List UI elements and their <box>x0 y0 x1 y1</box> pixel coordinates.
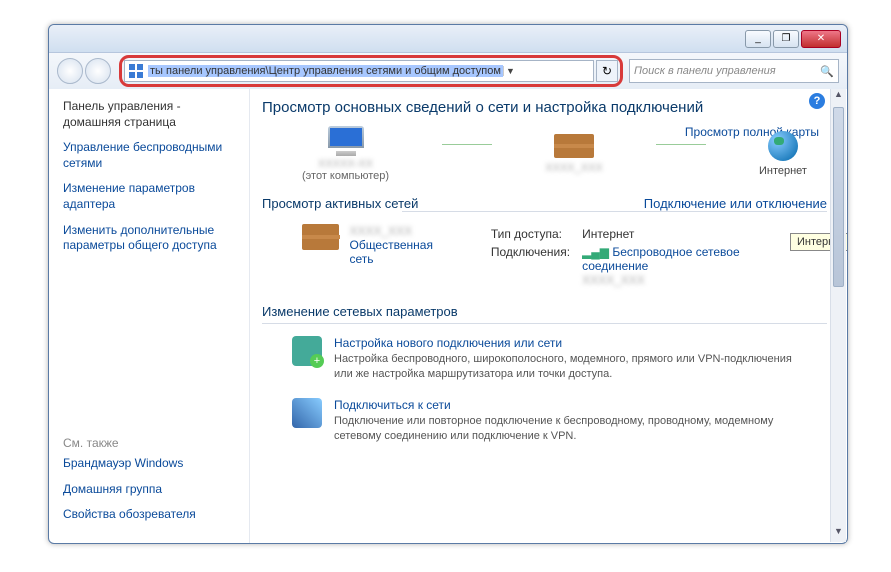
connection-ssid: XXXX_XXX <box>582 273 645 287</box>
search-icon: 🔍 <box>820 65 834 78</box>
this-computer[interactable]: XXXXX-XX (этот компьютер) <box>302 126 389 182</box>
sidebar-wireless[interactable]: Управление беспроводными сетями <box>63 140 235 171</box>
toolbar: ты панели управления\Центр управления се… <box>49 53 847 89</box>
full-map-link[interactable]: Просмотр полной карты <box>685 125 819 139</box>
active-networks-heading: Просмотр активных сетей Подключение или … <box>262 196 827 212</box>
scrollbar[interactable]: ▲ ▼ <box>830 89 846 542</box>
titlebar: _ ❐ ✕ <box>49 25 847 53</box>
setup-new-connection-title: Настройка нового подключения или сети <box>334 336 807 350</box>
address-text: ты панели управления\Центр управления се… <box>148 65 503 77</box>
map-link-line <box>442 144 492 145</box>
setup-new-connection-desc: Настройка беспроводного, широкополосного… <box>334 352 807 382</box>
address-bar[interactable]: ты панели управления\Центр управления се… <box>124 60 594 82</box>
active-network-row: XXXX_XXX Общественная сеть Тип доступа: … <box>262 216 827 298</box>
maximize-button[interactable]: ❐ <box>773 30 799 48</box>
minimize-button[interactable]: _ <box>745 30 771 48</box>
sidebar: Панель управления - домашняя страница Уп… <box>49 89 249 543</box>
bench-icon <box>554 134 594 158</box>
map-link-line <box>656 144 706 145</box>
sidebar-adapter[interactable]: Изменение параметров адаптера <box>63 181 235 212</box>
network-type-link[interactable]: Общественная сеть <box>349 238 458 266</box>
active-network-name: XXXX_XXX <box>349 224 458 238</box>
setup-new-connection[interactable]: Настройка нового подключения или сети На… <box>262 330 827 392</box>
back-button[interactable] <box>57 58 83 84</box>
computer-name: XXXXX-XX <box>302 158 389 170</box>
scroll-down[interactable]: ▼ <box>831 526 846 542</box>
network-settings-heading: Изменение сетевых параметров <box>262 304 827 319</box>
forward-button[interactable] <box>85 58 111 84</box>
window-body: Панель управления - домашняя страница Уп… <box>49 89 847 543</box>
network-name: XXXX_XXX <box>545 162 602 174</box>
help-icon[interactable]: ? <box>809 93 825 109</box>
network-details: Тип доступа: Интернет Подключения: ▂▄▆ Б… <box>489 224 817 290</box>
search-placeholder: Поиск в панели управления <box>634 65 776 77</box>
nav-buttons <box>57 58 113 84</box>
connect-to-network-title: Подключиться к сети <box>334 398 807 412</box>
sidebar-home[interactable]: Панель управления - домашняя страница <box>63 99 235 130</box>
access-type-label: Тип доступа: <box>491 226 580 242</box>
refresh-button[interactable]: ↻ <box>596 60 618 82</box>
close-button[interactable]: ✕ <box>801 30 841 48</box>
network-center-icon <box>128 63 144 79</box>
new-connection-icon <box>292 336 322 366</box>
connect-disconnect-link[interactable]: Подключение или отключение <box>644 196 827 211</box>
scroll-thumb[interactable] <box>833 107 844 287</box>
sidebar-homegroup[interactable]: Домашняя группа <box>63 482 235 498</box>
scroll-up[interactable]: ▲ <box>831 89 846 105</box>
active-network-left: XXXX_XXX Общественная сеть <box>302 224 459 290</box>
control-panel-window: _ ❐ ✕ ты панели управления\Центр управле… <box>48 24 848 544</box>
this-computer-label: (этот компьютер) <box>302 170 389 182</box>
address-dropdown[interactable]: ▼ <box>503 66 517 76</box>
signal-icon: ▂▄▆ <box>582 245 609 259</box>
content-area: ? Просмотр основных сведений о сети и на… <box>249 89 847 543</box>
search-input[interactable]: Поиск в панели управления 🔍 <box>629 59 839 83</box>
connect-to-network[interactable]: Подключиться к сети Подключение или повт… <box>262 392 827 454</box>
page-title: Просмотр основных сведений о сети и наст… <box>262 99 827 116</box>
computer-icon <box>328 126 364 156</box>
see-also-heading: См. также <box>63 436 235 450</box>
globe-icon <box>768 131 798 161</box>
connections-label: Подключения: <box>491 244 580 288</box>
sidebar-internet-options[interactable]: Свойства обозревателя <box>63 507 235 523</box>
access-type-value: Интернет <box>582 226 815 242</box>
sidebar-sharing[interactable]: Изменить дополнительные параметры общего… <box>63 223 235 254</box>
address-highlight: ты панели управления\Центр управления се… <box>119 55 623 87</box>
sidebar-firewall[interactable]: Брандмауэр Windows <box>63 456 235 472</box>
connect-to-network-desc: Подключение или повторное подключение к … <box>334 414 807 444</box>
bench-icon <box>302 224 339 250</box>
network-node[interactable]: XXXX_XXX <box>545 134 602 174</box>
connect-network-icon <box>292 398 322 428</box>
active-networks-label: Просмотр активных сетей <box>262 196 418 211</box>
internet-label: Интернет <box>759 165 807 177</box>
